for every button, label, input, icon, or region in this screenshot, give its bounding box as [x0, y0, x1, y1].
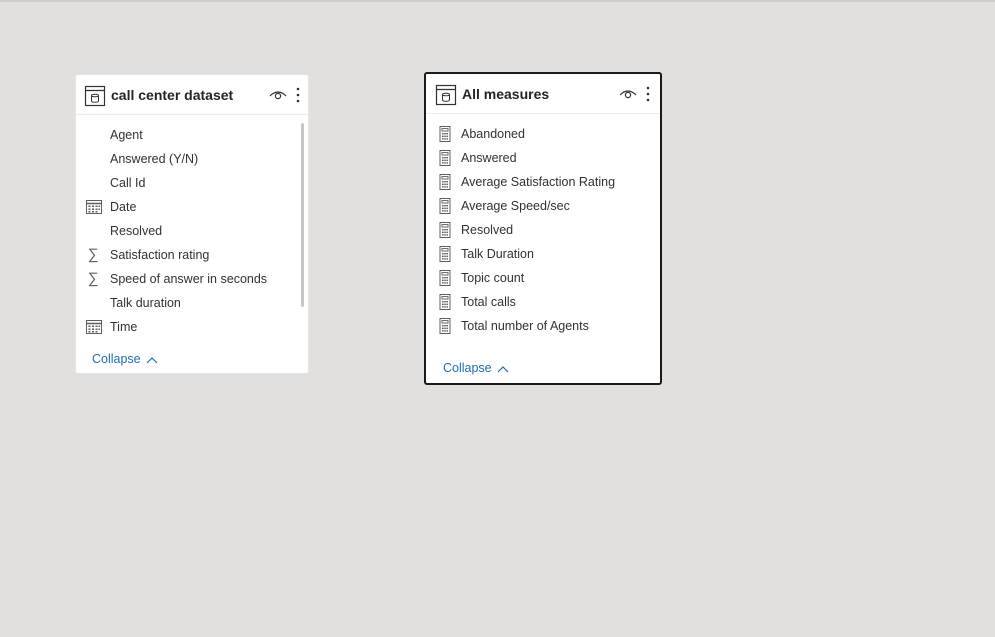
field-label: Average Speed/sec: [461, 199, 570, 213]
field-label: Topic count: [461, 271, 525, 285]
field-label: Talk duration: [110, 296, 181, 310]
more-options-icon[interactable]: [295, 86, 301, 104]
calculator-icon: [439, 174, 451, 190]
field-label: Speed of answer in seconds: [110, 272, 268, 286]
field-speed-of-answer[interactable]: ∑ Speed of answer in seconds: [76, 267, 308, 291]
measure-row[interactable]: Talk Duration: [426, 242, 660, 266]
collapse-button[interactable]: Collapse: [92, 352, 158, 366]
card-title: All measures: [462, 86, 550, 102]
field-label: Average Satisfaction Rating: [461, 175, 616, 189]
measure-row[interactable]: Total calls: [426, 290, 660, 314]
measure-row[interactable]: Answered: [426, 146, 660, 170]
field-label: Call Id: [110, 176, 146, 190]
field-resolved[interactable]: Resolved: [76, 219, 308, 243]
field-talk-duration[interactable]: Talk duration: [76, 291, 308, 315]
calculator-icon: [439, 222, 451, 238]
canvas-top-border: [0, 0, 995, 2]
collapse-button[interactable]: Collapse: [443, 361, 509, 375]
table-card-call-center-dataset[interactable]: call center dataset Agent Answered (Y/N)…: [75, 74, 309, 374]
field-label: Satisfaction rating: [110, 248, 210, 262]
more-options-icon[interactable]: [645, 85, 651, 103]
sigma-icon: ∑: [88, 246, 99, 263]
field-label: Talk Duration: [461, 247, 534, 261]
table-card-all-measures[interactable]: All measures Abandoned Answered Average Sa…: [424, 72, 662, 385]
measure-row[interactable]: Total number of Agents: [426, 314, 660, 338]
calculator-icon: [439, 150, 451, 166]
measure-row[interactable]: Average Speed/sec: [426, 194, 660, 218]
calendar-icon: [86, 320, 102, 334]
calculator-icon: [439, 318, 451, 334]
measure-row[interactable]: Topic count: [426, 266, 660, 290]
chevron-up-icon: [146, 356, 158, 364]
collapse-label: Collapse: [92, 352, 141, 366]
field-label: Abandoned: [461, 127, 525, 141]
measure-row[interactable]: Resolved: [426, 218, 660, 242]
calculator-icon: [439, 246, 451, 262]
measure-row[interactable]: Average Satisfaction Rating: [426, 170, 660, 194]
sigma-icon: ∑: [88, 270, 99, 287]
field-satisfaction-rating[interactable]: ∑ Satisfaction rating: [76, 243, 308, 267]
card-title: call center dataset: [111, 87, 234, 103]
measure-row[interactable]: Abandoned: [426, 122, 660, 146]
calculator-icon: [439, 126, 451, 142]
field-label: Time: [110, 320, 138, 334]
table-icon: [84, 85, 106, 107]
table-icon: [435, 84, 457, 106]
field-label: Answered: [461, 151, 517, 165]
eye-icon[interactable]: [269, 88, 287, 102]
field-time[interactable]: Time: [76, 315, 308, 339]
calendar-icon: [86, 200, 102, 214]
field-agent[interactable]: Agent: [76, 123, 308, 147]
calculator-icon: [439, 270, 451, 286]
card-header: call center dataset: [76, 75, 308, 115]
field-call-id[interactable]: Call Id: [76, 171, 308, 195]
field-label: Agent: [110, 128, 143, 142]
field-label: Resolved: [110, 224, 163, 238]
collapse-label: Collapse: [443, 361, 492, 375]
calculator-icon: [439, 198, 451, 214]
chevron-up-icon: [497, 365, 509, 373]
field-label: Date: [110, 200, 137, 214]
card-header: All measures: [426, 74, 660, 114]
field-label: Answered (Y/N): [110, 152, 199, 166]
eye-icon[interactable]: [619, 87, 637, 101]
field-date[interactable]: Date: [76, 195, 308, 219]
field-label: Total number of Agents: [461, 319, 589, 333]
field-label: Total calls: [461, 295, 516, 309]
field-label: Resolved: [461, 223, 514, 237]
field-answered-yn[interactable]: Answered (Y/N): [76, 147, 308, 171]
calculator-icon: [439, 294, 451, 310]
scrollbar[interactable]: [301, 123, 304, 307]
